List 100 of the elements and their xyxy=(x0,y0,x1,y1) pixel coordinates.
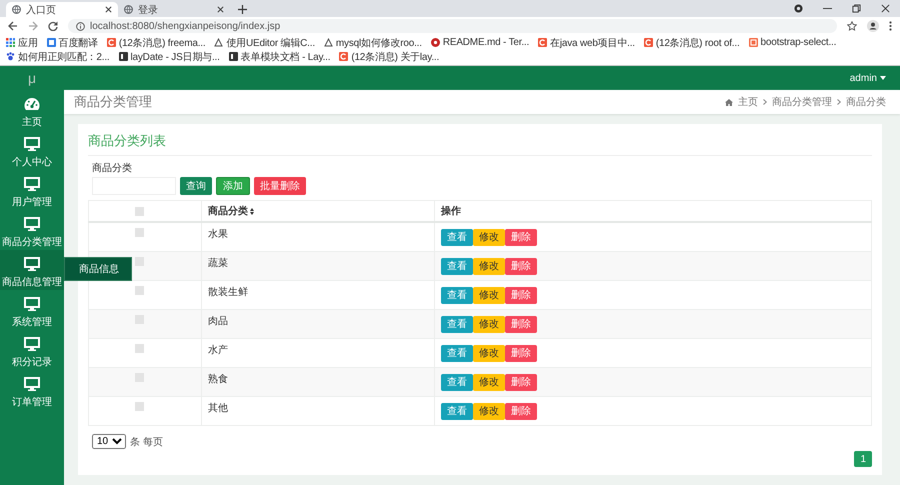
bookmark[interactable]: 表单模块文档 - Lay... xyxy=(240,50,330,64)
bookmark[interactable]: (12条消息) 关于lay... xyxy=(351,50,440,64)
sidebar-item[interactable]: 订单管理 xyxy=(0,370,64,410)
star-icon[interactable] xyxy=(847,21,857,31)
bookmark-icon xyxy=(214,38,224,47)
user-menu[interactable]: admin xyxy=(850,72,900,84)
bookmark[interactable]: (12条消息) root of... xyxy=(656,36,740,50)
caret-icon xyxy=(880,76,886,80)
edit-button[interactable]: 修改 xyxy=(473,228,505,246)
delete-button[interactable]: 删除 xyxy=(505,374,537,390)
edit-button[interactable]: 修改 xyxy=(473,258,505,274)
sidebar-item[interactable]: 主页 xyxy=(0,90,64,130)
info-icon xyxy=(76,22,85,30)
close-icon[interactable] xyxy=(881,4,890,13)
chevron-icon xyxy=(763,99,767,105)
table-cell: 其他 xyxy=(208,403,228,414)
checkbox[interactable] xyxy=(135,344,144,353)
close-icon[interactable] xyxy=(217,6,224,13)
bookmark[interactable]: bootstrap-select... xyxy=(760,37,836,48)
bookmark-icon xyxy=(324,38,333,47)
monitor-icon xyxy=(24,137,40,151)
monitor-icon xyxy=(24,257,40,271)
bookmark-icon xyxy=(6,52,15,61)
record-icon[interactable] xyxy=(794,4,803,13)
sort-icon[interactable] xyxy=(250,208,254,214)
table-cell: 熟食 xyxy=(208,374,228,385)
sidebar-item[interactable]: 用户管理 xyxy=(0,170,64,210)
restore-icon[interactable] xyxy=(852,4,861,13)
delete-button[interactable]: 删除 xyxy=(505,286,537,304)
sidebar-item[interactable]: 系统管理 xyxy=(0,290,64,330)
field-label: 商品分类 xyxy=(92,162,133,175)
monitor-icon xyxy=(24,337,40,351)
table-cell: 肉品 xyxy=(208,316,228,327)
more-icon[interactable] xyxy=(889,21,892,31)
sidebar-item[interactable]: 个人中心 xyxy=(0,130,64,170)
view-button[interactable]: 查看 xyxy=(441,258,473,274)
table-cell: 水产 xyxy=(208,345,228,356)
table-cell: 散装生鲜 xyxy=(208,287,248,298)
view-button[interactable]: 查看 xyxy=(441,228,473,246)
card-title: 商品分类列表 xyxy=(88,132,872,156)
bookmark[interactable]: 百度翻译 xyxy=(58,36,98,50)
bookmark-icon xyxy=(118,52,128,61)
table-cell: 蔬菜 xyxy=(208,258,228,269)
bookmark-icon xyxy=(748,38,758,47)
globe-icon xyxy=(124,5,133,14)
delete-button[interactable]: 删除 xyxy=(505,402,537,420)
edit-button[interactable]: 修改 xyxy=(473,344,505,362)
bookmark[interactable]: layDate - JS日期与... xyxy=(130,50,220,64)
checkbox[interactable] xyxy=(135,206,144,216)
view-button[interactable]: 查看 xyxy=(441,402,473,420)
bookmark-icon xyxy=(644,38,653,47)
bookmark[interactable]: mysql如何修改roo... xyxy=(336,36,422,50)
bookmark-icon xyxy=(228,52,238,61)
edit-button[interactable]: 修改 xyxy=(473,316,505,332)
view-button[interactable]: 查看 xyxy=(441,286,473,304)
bookmark[interactable]: 使用UEditor 编辑C... xyxy=(226,36,315,50)
breadcrumb-item[interactable]: 商品分类管理 xyxy=(772,95,832,109)
checkbox[interactable] xyxy=(135,228,144,237)
sidebar-item[interactable]: 商品分类管理 xyxy=(0,210,64,250)
page-title: 商品分类管理 xyxy=(74,93,152,111)
bookmark[interactable]: README.md - Ter... xyxy=(442,37,530,48)
view-button[interactable]: 查看 xyxy=(441,316,473,332)
back-icon[interactable] xyxy=(8,21,18,31)
reload-icon[interactable] xyxy=(48,21,58,31)
close-icon[interactable] xyxy=(105,6,112,13)
page-button[interactable]: 1 xyxy=(854,451,872,467)
delete-button[interactable]: 删除 xyxy=(505,228,537,246)
delete-button[interactable]: 删除 xyxy=(505,316,537,332)
globe-icon xyxy=(12,5,21,14)
view-button[interactable]: 查看 xyxy=(441,344,473,362)
search-button[interactable]: 查询 xyxy=(180,177,212,195)
column-header[interactable]: 商品分类 xyxy=(208,204,248,218)
checkbox[interactable] xyxy=(135,286,144,295)
monitor-icon xyxy=(24,297,40,311)
breadcrumb-item[interactable]: 主页 xyxy=(738,95,758,109)
breadcrumb-item: 商品分类 xyxy=(846,96,886,109)
sidebar-item[interactable]: 商品信息管理 xyxy=(0,250,64,290)
add-button[interactable]: 添加 xyxy=(216,177,250,195)
checkbox[interactable] xyxy=(135,402,144,411)
edit-button[interactable]: 修改 xyxy=(473,402,505,420)
bookmark[interactable]: 应用 xyxy=(18,36,38,50)
browser-tab[interactable]: 入口页 xyxy=(6,2,118,17)
page-size-select[interactable]: 10 xyxy=(92,434,126,449)
edit-button[interactable]: 修改 xyxy=(473,374,505,390)
sidebar-item[interactable]: 积分记录 xyxy=(0,330,64,370)
batch-delete-button[interactable]: 批量删除 xyxy=(254,177,306,195)
bookmark[interactable]: 如何用正则匹配：2... xyxy=(18,50,110,64)
submenu-item[interactable]: 商品信息 xyxy=(64,257,132,281)
address-bar[interactable]: localhost:8080/shengxianpeisong/index.jsp xyxy=(68,19,837,33)
bookmark-icon xyxy=(339,52,348,61)
bookmark[interactable]: (12条消息) freema... xyxy=(118,36,206,50)
view-button[interactable]: 查看 xyxy=(441,374,473,390)
edit-button[interactable]: 修改 xyxy=(473,286,505,304)
bookmark[interactable]: 在java web项目中... xyxy=(550,36,635,50)
delete-button[interactable]: 删除 xyxy=(505,344,537,362)
delete-button[interactable]: 删除 xyxy=(505,258,537,274)
profile-icon[interactable] xyxy=(867,20,879,32)
chevron-icon xyxy=(837,99,841,105)
logo[interactable]: μ xyxy=(0,70,64,86)
new-tab-icon[interactable] xyxy=(238,5,247,14)
